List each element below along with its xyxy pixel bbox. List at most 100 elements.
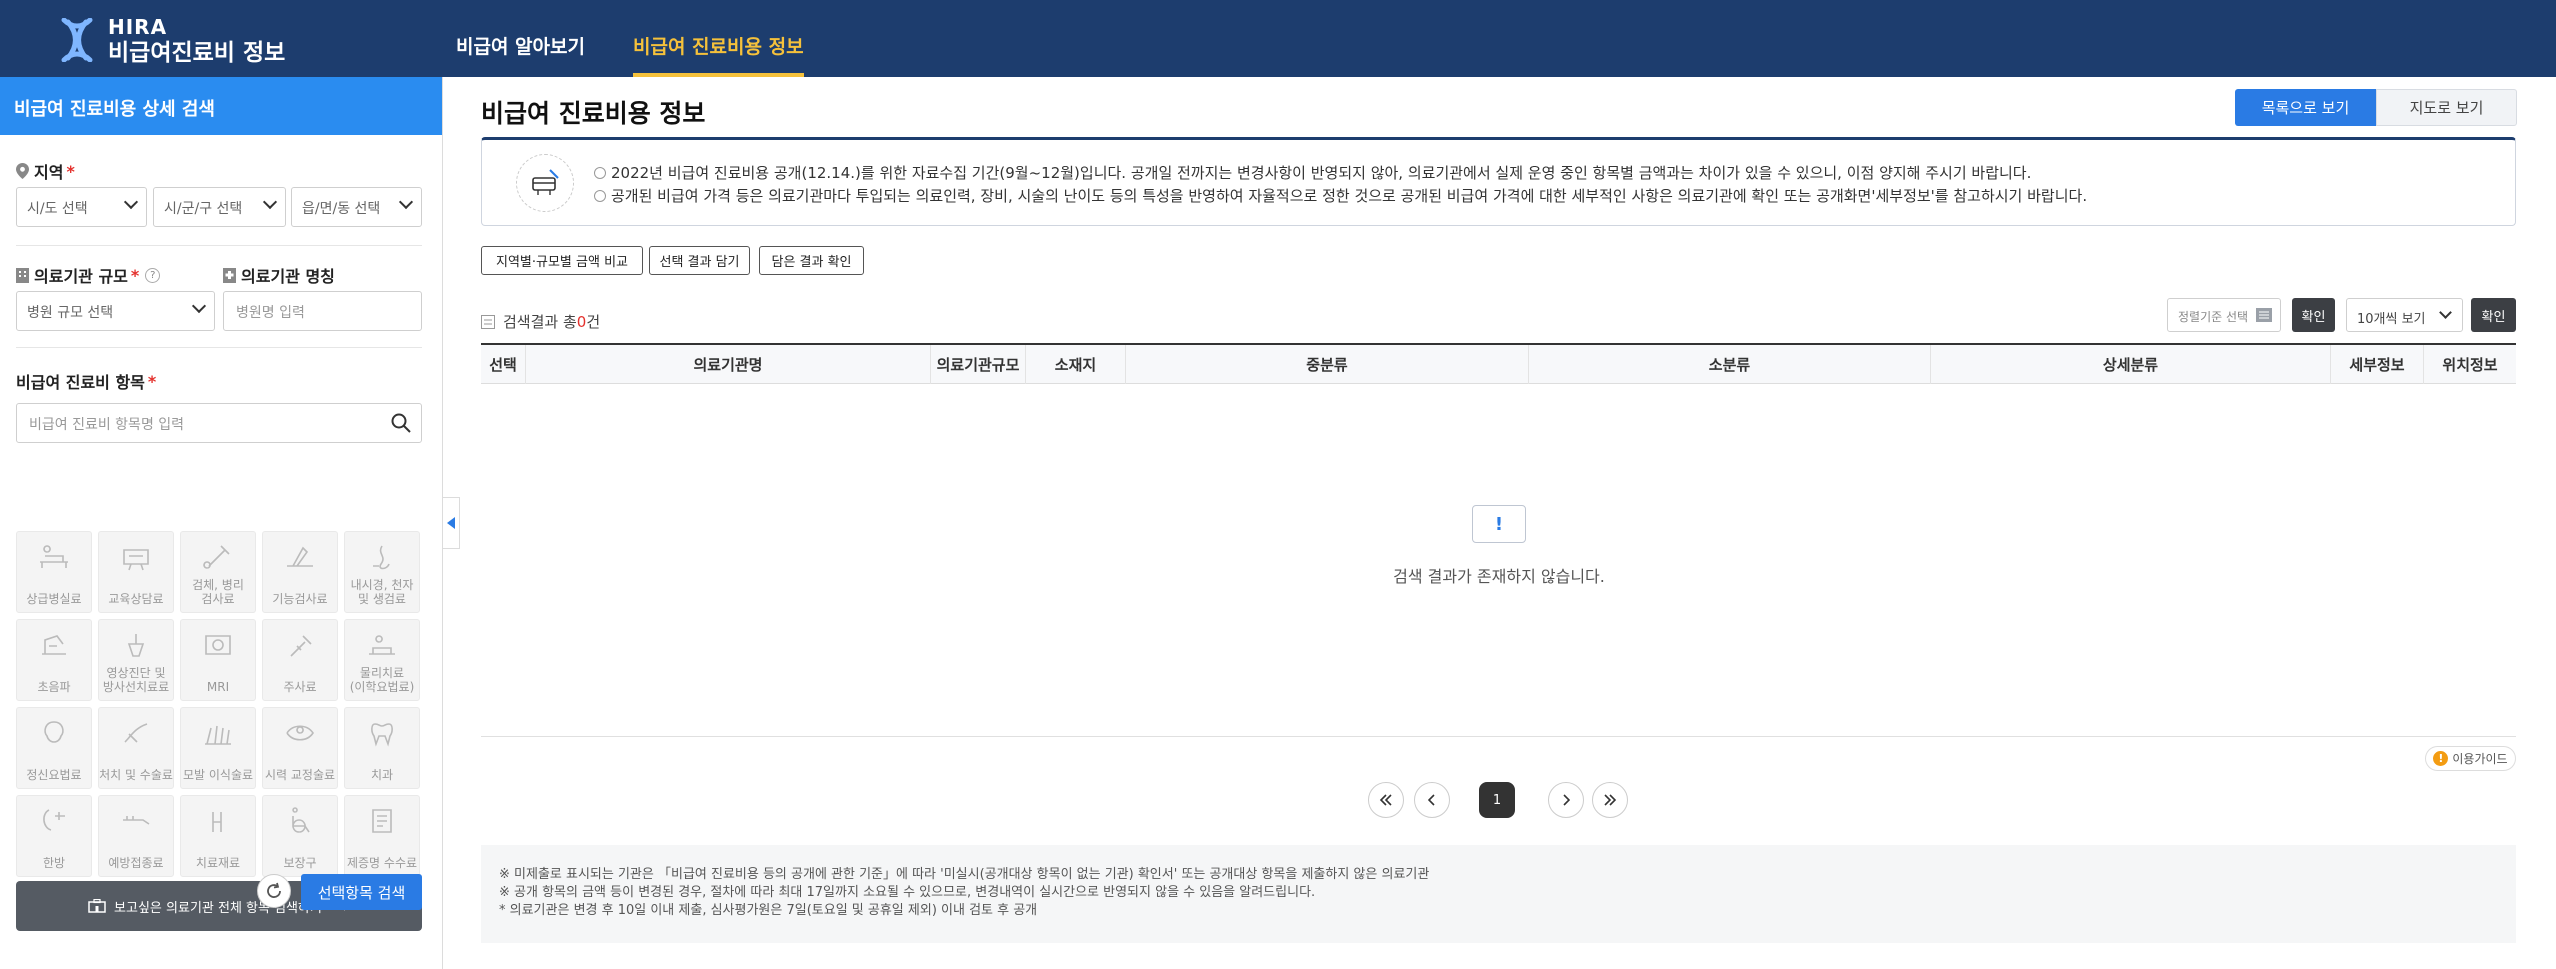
category-eye-correction[interactable]: 시력 교정술료 — [262, 707, 338, 789]
notice-line-2: 공개된 비급여 가격 등은 의료기관마다 투입되는 의료인력, 장비, 시술의 … — [594, 185, 2087, 206]
chevron-right-icon — [1563, 794, 1570, 806]
category-tooth[interactable]: 치과 — [344, 707, 420, 789]
map-view-button[interactable]: 지도로 보기 — [2376, 89, 2517, 126]
per-page-confirm-button[interactable]: 확인 — [2471, 298, 2516, 332]
category-lab-test[interactable]: 검체, 병리 검사료 — [180, 531, 256, 613]
category-function-test[interactable]: 기능검사료 — [262, 531, 338, 613]
first-page-button[interactable] — [1368, 782, 1404, 818]
item-label-text: 비급여 진료비 항목 — [16, 373, 145, 392]
category-treatment-material[interactable]: 치료재료 — [180, 795, 256, 877]
search-icon[interactable] — [391, 413, 411, 433]
compare-button[interactable]: 지역별·규모별 금액 비교 — [481, 246, 643, 275]
psychotherapy-icon — [44, 721, 64, 743]
category-wheelchair[interactable]: 보장구 — [262, 795, 338, 877]
category-label: 물리치료 (이학요법료) — [349, 666, 415, 694]
info-icon: ! — [2433, 751, 2449, 766]
next-page-button[interactable] — [1548, 782, 1584, 818]
sidebar-collapse-handle[interactable] — [443, 497, 460, 549]
search-sidebar: 비급여 진료비용 상세 검색 지역 * 시/도 선택 시/군/구 선택 읍/면/동… — [0, 77, 443, 969]
category-certificate[interactable]: 제증명 수수료 — [344, 795, 420, 877]
chevron-left-icon — [1428, 794, 1435, 806]
category-psychotherapy[interactable]: 정신요법료 — [16, 707, 92, 789]
category-label: 내시경, 천자 및 생검료 — [350, 578, 414, 606]
category-label: 처치 및 수술료 — [99, 768, 173, 782]
item-search-input[interactable]: 비급여 진료비 항목명 입력 — [16, 403, 422, 443]
category-label: MRI — [206, 680, 230, 694]
reset-button[interactable] — [257, 874, 291, 908]
sort-select[interactable]: 정렬기준 선택 — [2167, 298, 2281, 332]
category-ultrasound[interactable]: 초음파 — [16, 619, 92, 701]
help-icon[interactable]: ? — [145, 267, 161, 283]
sigungu-select[interactable]: 시/군/구 선택 — [153, 187, 286, 227]
category-label: 검체, 병리 검사료 — [192, 578, 244, 606]
result-suffix: 건 — [586, 313, 601, 331]
sort-confirm-button[interactable]: 확인 — [2292, 298, 2335, 332]
category-vaccination[interactable]: 예방접종료 — [98, 795, 174, 877]
category-label: 정신요법료 — [26, 768, 82, 782]
nav-noncovered-cost[interactable]: 비급여 진료비용 정보 — [633, 32, 804, 77]
footnote-2: ※ 공개 항목의 금액 등이 변경된 경우, 절차에 따라 최대 17일까지 소… — [499, 885, 1316, 900]
notice-text-1: 2022년 비급여 진료비용 공개(12.14.)를 위한 자료수집 기간(9월… — [611, 164, 2032, 182]
col-mid-category: 중분류 — [1125, 345, 1528, 384]
selected-items-search-button[interactable]: 선택항목 검색 — [301, 874, 422, 910]
empty-message: 검색 결과가 존재하지 않습니다. — [1393, 567, 1605, 586]
list-view-button[interactable]: 목록으로 보기 — [2235, 89, 2376, 126]
category-label: 시력 교정술료 — [264, 768, 336, 782]
region-label: 지역 * — [16, 159, 75, 183]
list-sort-icon — [2256, 308, 2272, 322]
category-injection[interactable]: 주사료 — [262, 619, 338, 701]
sido-select[interactable]: 시/도 선택 — [16, 187, 147, 227]
category-label: 상급병실료 — [26, 592, 82, 606]
scale-label: 의료기관 규모 * ? — [16, 263, 161, 287]
scale-select-value: 병원 규모 선택 — [27, 305, 114, 321]
notice-text-2: 공개된 비급여 가격 등은 의료기관마다 투입되는 의료인력, 장비, 시술의 … — [611, 187, 2088, 205]
category-surgery[interactable]: 처치 및 수술료 — [98, 707, 174, 789]
view-saved-button[interactable]: 담은 결과 확인 — [759, 246, 864, 275]
category-physical-therapy[interactable]: 물리치료 (이학요법료) — [344, 619, 420, 701]
result-count-value: 0 — [576, 312, 587, 331]
prev-page-button[interactable] — [1414, 782, 1450, 818]
save-selection-button[interactable]: 선택 결과 담기 — [649, 246, 750, 275]
region-label-text: 지역 — [34, 163, 64, 182]
category-oriental-medicine[interactable]: 한방 — [16, 795, 92, 877]
category-hospital-bed[interactable]: 상급병실료 — [16, 531, 92, 613]
per-page-select[interactable]: 10개씩 보기 — [2346, 298, 2463, 332]
category-mri[interactable]: MRI — [180, 619, 256, 701]
building-icon — [16, 267, 29, 283]
oriental-medicine-icon — [43, 809, 65, 831]
last-page-button[interactable] — [1592, 782, 1628, 818]
category-endoscope[interactable]: 내시경, 천자 및 생검료 — [344, 531, 420, 613]
required-mark: * — [147, 371, 157, 391]
category-label: 제증명 수수료 — [346, 856, 418, 870]
ultrasound-icon — [42, 635, 66, 655]
col-hospital-name: 의료기관명 — [525, 345, 930, 384]
eupmyeondong-select[interactable]: 읍/면/동 선택 — [291, 187, 422, 227]
per-page-value: 10개씩 보기 — [2357, 312, 2426, 327]
category-label: 영상진단 및 방사선치료료 — [102, 666, 170, 694]
sort-select-value: 정렬기준 선택 — [2178, 310, 2249, 324]
notice-line-1: 2022년 비급여 진료비용 공개(12.14.)를 위한 자료수집 기간(9월… — [594, 162, 2031, 183]
category-grid: 상급병실료 교육상담료 검체, 병리 검사료 기능검사료 내시경, 천자 및 생검료초음… — [16, 531, 422, 877]
required-mark: * — [130, 265, 140, 285]
page-1-button[interactable]: 1 — [1479, 782, 1515, 818]
chevron-down-icon — [2439, 306, 2452, 319]
name-label: 의료기관 명칭 — [223, 263, 335, 287]
user-guide-button[interactable]: ! 이용가이드 — [2425, 746, 2516, 771]
hospital-icon — [223, 267, 236, 283]
hira-logo-icon — [58, 17, 96, 63]
category-hair-transplant[interactable]: 모발 이식술료 — [180, 707, 256, 789]
scale-select[interactable]: 병원 규모 선택 — [16, 291, 215, 331]
lab-test-icon — [203, 545, 230, 569]
category-consultation[interactable]: 교육상담료 — [98, 531, 174, 613]
nav-about-noncovered[interactable]: 비급여 알아보기 — [456, 32, 585, 77]
physical-therapy-icon — [369, 635, 395, 655]
col-select: 선택 — [489, 356, 517, 374]
hira-logo[interactable]: HIRA 비급여진료비 정보 — [58, 14, 285, 66]
endoscope-icon — [373, 545, 390, 570]
hospital-name-input[interactable]: 병원명 입력 — [223, 291, 422, 331]
category-radiology[interactable]: 영상진단 및 방사선치료료 — [98, 619, 174, 701]
item-label: 비급여 진료비 항목 * — [16, 369, 156, 393]
bullet-circle-icon — [594, 189, 606, 202]
category-label: 교육상담료 — [108, 592, 164, 606]
hospital-bed-icon — [40, 545, 68, 568]
